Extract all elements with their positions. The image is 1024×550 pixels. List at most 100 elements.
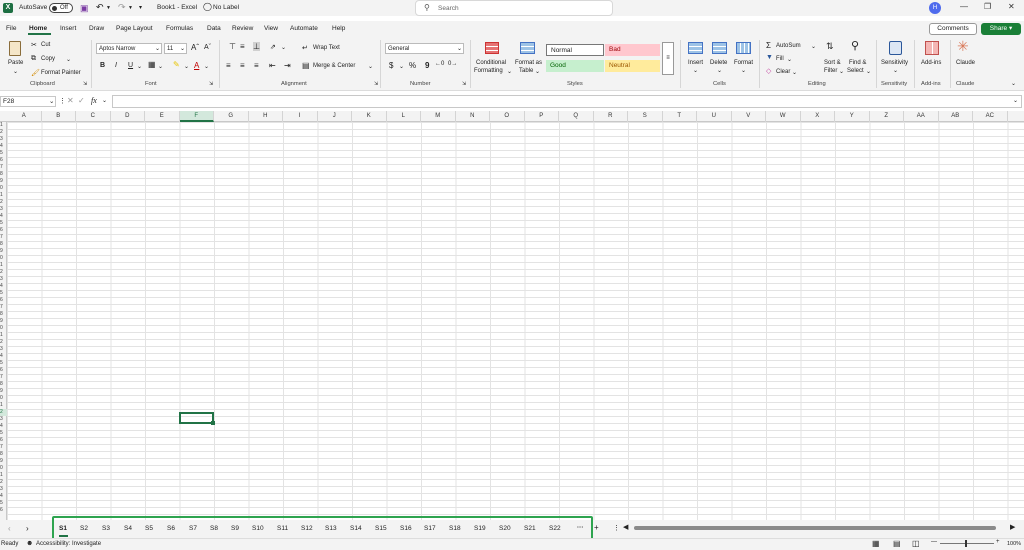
row-header[interactable]: 3 — [0, 346, 7, 353]
row-header[interactable]: 6 — [0, 367, 7, 374]
paste-dropdown-icon[interactable]: ⌄ — [13, 68, 18, 75]
format-as-table-label-2[interactable]: Table — [519, 68, 533, 74]
menu-data[interactable]: Data — [207, 25, 221, 32]
menu-file[interactable]: File — [6, 25, 16, 32]
share-button[interactable]: Share ▾ — [981, 23, 1021, 35]
row-header[interactable]: 4 — [0, 213, 7, 220]
row-header[interactable]: 4 — [0, 353, 7, 360]
restore-icon[interactable]: ❐ — [984, 2, 991, 11]
copy-icon[interactable]: ⧉ — [31, 55, 36, 63]
insert-dropdown-icon[interactable]: ⌄ — [693, 67, 698, 74]
row-header[interactable]: 8 — [0, 311, 7, 318]
menu-page-layout[interactable]: Page Layout — [116, 25, 153, 32]
align-center-icon[interactable]: ≡ — [240, 61, 245, 70]
increase-font-icon[interactable]: Aˆ — [191, 43, 199, 52]
delete-dropdown-icon[interactable]: ⌄ — [717, 67, 722, 74]
column-header-i[interactable]: I — [283, 111, 318, 122]
align-middle-icon[interactable]: ≡ — [240, 42, 245, 51]
style-good[interactable]: Good — [546, 60, 604, 72]
column-header-b[interactable]: B — [42, 111, 76, 122]
orientation-dropdown-icon[interactable]: ⌄ — [281, 44, 286, 51]
comma-button[interactable]: 9 — [425, 61, 429, 70]
menu-formulas[interactable]: Formulas — [166, 25, 193, 32]
fill-color-dropdown-icon[interactable]: ⌄ — [184, 63, 189, 70]
borders-icon[interactable]: ▦ — [148, 60, 156, 69]
font-size-select[interactable]: 11 ⌄ — [164, 43, 187, 54]
row-header[interactable]: 2 — [0, 479, 7, 486]
row-header[interactable]: 8 — [0, 451, 7, 458]
worksheet-grid[interactable] — [7, 122, 1024, 520]
expand-formula-icon[interactable]: ⌄ — [1013, 97, 1018, 104]
tab-splitter-icon[interactable]: ⋮ — [613, 524, 620, 532]
scroll-right-icon[interactable]: ▶ — [1010, 523, 1015, 531]
row-header[interactable]: 5 — [0, 360, 7, 367]
align-top-icon[interactable]: ⊤ — [229, 42, 236, 51]
row-header[interactable]: 7 — [0, 374, 7, 381]
column-header-v[interactable]: V — [732, 111, 766, 122]
copy-button[interactable]: Copy — [41, 56, 55, 62]
row-header[interactable]: 2 — [0, 199, 7, 206]
increase-indent-icon[interactable]: ⇥ — [284, 61, 291, 70]
menu-draw[interactable]: Draw — [89, 25, 104, 32]
row-header[interactable]: 4 — [0, 143, 7, 150]
format-table-dropdown-icon[interactable]: ⌄ — [535, 68, 540, 75]
row-header[interactable]: 4 — [0, 283, 7, 290]
align-bottom-icon[interactable]: ⊥ — [253, 42, 260, 51]
row-header[interactable]: 1 — [0, 402, 7, 409]
row-header[interactable]: 1 — [0, 472, 7, 479]
row-header[interactable]: 5 — [0, 150, 7, 157]
column-header-q[interactable]: Q — [559, 111, 594, 122]
claude-icon[interactable]: ✳ — [957, 38, 969, 55]
more-options-icon[interactable]: ⋮ — [59, 97, 66, 105]
clear-button[interactable]: Clear — [776, 69, 790, 75]
row-header[interactable]: 1 — [0, 332, 7, 339]
column-header-d[interactable]: D — [111, 111, 145, 122]
paste-icon[interactable] — [9, 41, 21, 56]
column-header-r[interactable]: R — [594, 111, 628, 122]
row-header[interactable]: 6 — [0, 157, 7, 164]
function-dropdown-icon[interactable]: ⌄ — [102, 97, 107, 104]
row-header[interactable]: 8 — [0, 381, 7, 388]
name-box[interactable]: F28 ⌄ — [0, 96, 56, 107]
fill-dropdown-icon[interactable]: ⌄ — [787, 56, 792, 63]
percent-button[interactable]: % — [409, 61, 416, 70]
column-header-y[interactable]: Y — [835, 111, 870, 122]
column-header-n[interactable]: N — [456, 111, 490, 122]
scroll-tabs-left-icon[interactable]: ‹ — [8, 524, 11, 533]
cut-icon[interactable]: ✂ — [31, 41, 37, 49]
merge-dropdown-icon[interactable]: ⌄ — [368, 63, 373, 70]
borders-dropdown-icon[interactable]: ⌄ — [158, 63, 163, 70]
row-header[interactable]: 2 — [0, 269, 7, 276]
menu-view[interactable]: View — [264, 25, 278, 32]
increase-decimal-icon[interactable]: ←0 — [435, 61, 444, 67]
insert-cells-icon[interactable] — [688, 42, 703, 54]
undo-dropdown-icon[interactable]: ▼ — [106, 5, 111, 11]
formula-input[interactable] — [112, 95, 1022, 108]
autosum-button[interactable]: AutoSum — [776, 43, 801, 49]
scroll-left-icon[interactable]: ◀ — [623, 523, 628, 531]
row-header[interactable]: 2 — [0, 129, 7, 136]
autosum-icon[interactable]: Σ — [766, 41, 771, 50]
style-neutral[interactable]: Neutral — [605, 60, 660, 72]
format-painter-button[interactable]: Format Painter — [41, 70, 81, 76]
row-header[interactable]: 3 — [0, 136, 7, 143]
font-color-icon[interactable]: A — [194, 61, 199, 70]
wrap-text-button[interactable]: Wrap Text — [313, 45, 340, 51]
collapse-ribbon-icon[interactable]: ⌄ — [1011, 80, 1016, 87]
row-header[interactable]: 6 — [0, 437, 7, 444]
row-header[interactable]: 5 — [0, 220, 7, 227]
column-header-w[interactable]: W — [766, 111, 801, 122]
column-header-s[interactable]: S — [628, 111, 663, 122]
row-header[interactable]: 9 — [0, 388, 7, 395]
insert-button[interactable]: Insert — [688, 60, 703, 66]
delete-cells-icon[interactable] — [712, 42, 727, 54]
sort-dropdown-icon[interactable]: ⌄ — [839, 68, 844, 75]
row-header[interactable]: 7 — [0, 444, 7, 451]
row-header[interactable]: 5 — [0, 500, 7, 507]
decrease-font-icon[interactable]: Aˇ — [204, 44, 211, 51]
horizontal-scrollbar[interactable] — [634, 526, 996, 530]
row-header[interactable]: 9 — [0, 178, 7, 185]
column-header-ac[interactable]: AC — [973, 111, 1008, 122]
italic-button[interactable]: I — [115, 62, 117, 69]
scroll-tabs-right-icon[interactable]: › — [26, 524, 29, 533]
